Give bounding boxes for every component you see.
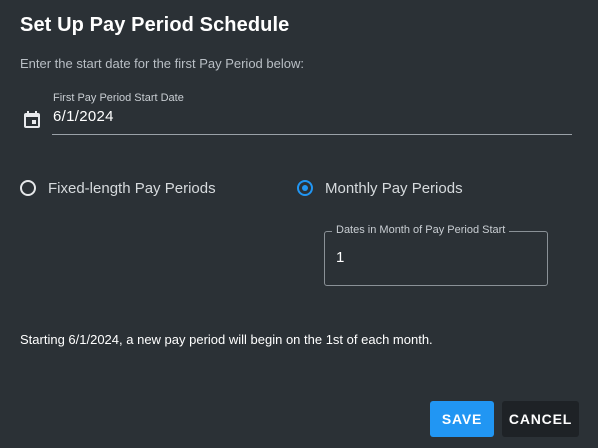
- radio-monthly-label: Monthly Pay Periods: [325, 179, 463, 197]
- radio-fixed-length[interactable]: Fixed-length Pay Periods: [20, 177, 216, 199]
- start-date-input[interactable]: 6/1/2024: [53, 108, 114, 125]
- radio-monthly[interactable]: Monthly Pay Periods: [297, 177, 463, 199]
- radio-monthly-circle[interactable]: [297, 180, 313, 196]
- save-button[interactable]: SAVE: [430, 401, 494, 437]
- dialog-title: Set Up Pay Period Schedule: [20, 14, 290, 36]
- start-date-field[interactable]: First Pay Period Start Date 6/1/2024: [20, 90, 572, 135]
- start-date-underline: [52, 134, 572, 135]
- instruction-text: Enter the start date for the first Pay P…: [20, 56, 304, 71]
- radio-fixed-length-circle[interactable]: [20, 180, 36, 196]
- month-dates-label: Dates in Month of Pay Period Start: [332, 224, 510, 236]
- start-date-label: First Pay Period Start Date: [53, 92, 184, 104]
- month-dates-input[interactable]: 1: [336, 249, 344, 266]
- radio-fixed-length-label: Fixed-length Pay Periods: [48, 179, 216, 197]
- pay-period-dialog: Set Up Pay Period Schedule Enter the sta…: [0, 0, 598, 448]
- month-dates-field[interactable]: Dates in Month of Pay Period Start 1: [324, 224, 548, 286]
- schedule-summary: Starting 6/1/2024, a new pay period will…: [20, 332, 433, 347]
- cancel-button[interactable]: CANCEL: [502, 401, 579, 437]
- calendar-icon[interactable]: [22, 110, 42, 130]
